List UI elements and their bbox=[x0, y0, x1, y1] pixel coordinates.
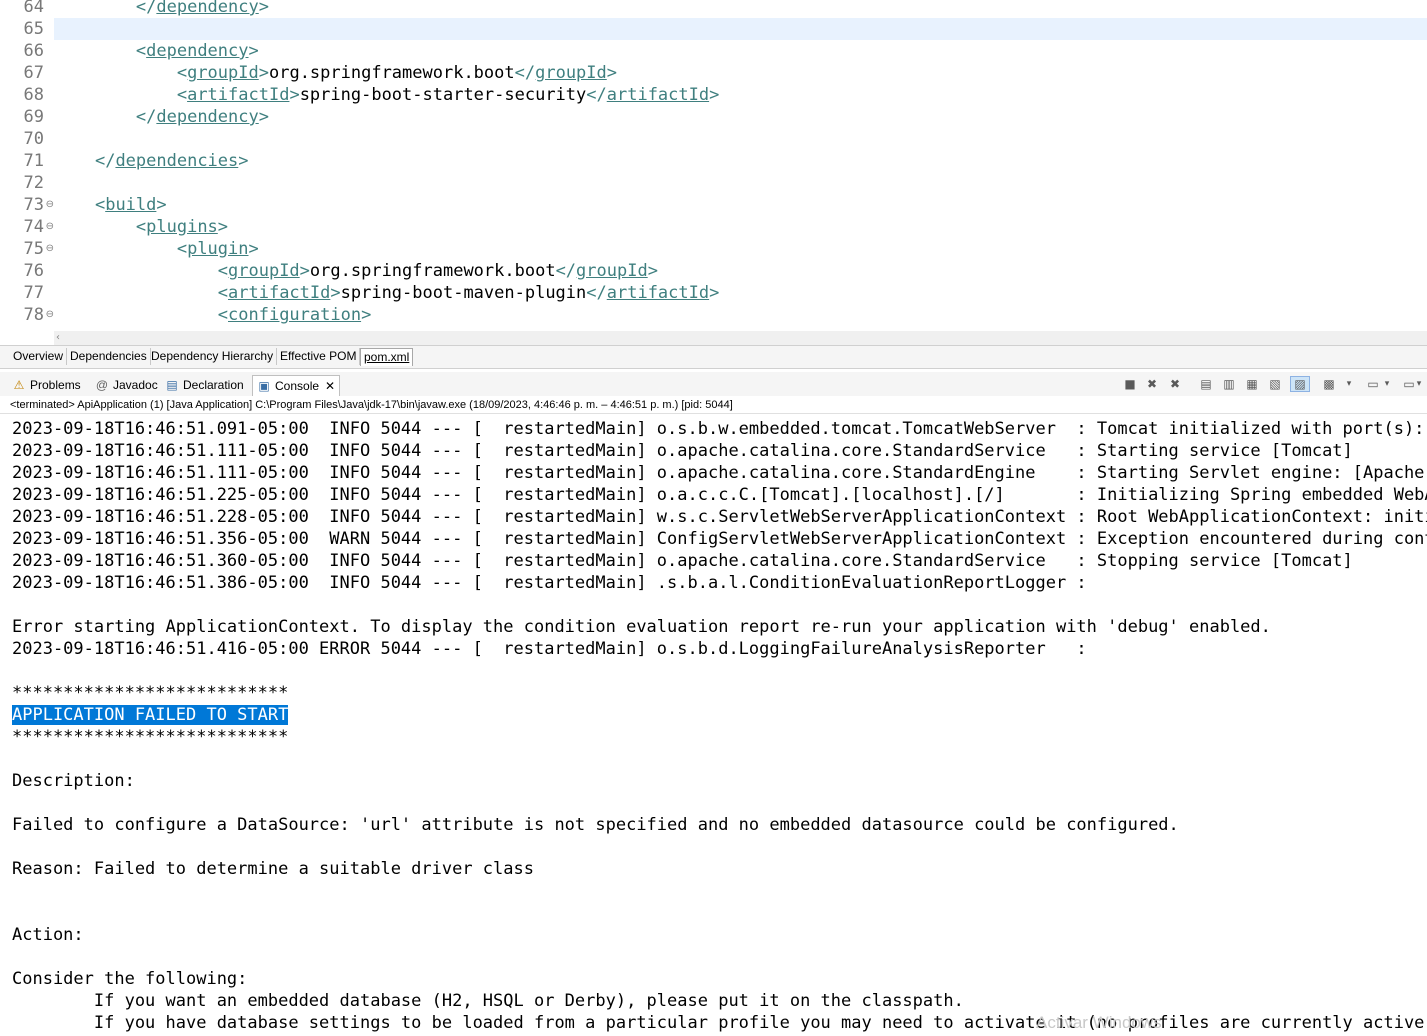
line-number: 65 bbox=[23, 19, 44, 39]
code-line: <plugins> bbox=[135, 217, 229, 237]
code-line: <plugin> bbox=[176, 239, 259, 259]
console-icon: ▣ bbox=[258, 379, 270, 393]
console-line: Description: bbox=[12, 771, 135, 791]
code-line: </dependency> bbox=[135, 0, 269, 17]
code-line: </dependency> bbox=[135, 107, 269, 127]
open-console-icon[interactable]: ▾ bbox=[1382, 376, 1392, 392]
declaration-icon: ▤ bbox=[166, 378, 178, 392]
console-line: 2023-09-18T16:46:51.225-05:00 INFO 5044 … bbox=[12, 485, 1427, 505]
console-line: If you want an embedded database (H2, HS… bbox=[12, 991, 964, 1011]
console-line: Consider the following: bbox=[12, 969, 248, 989]
word-wrap-icon[interactable]: ▦ bbox=[1243, 376, 1261, 392]
code-line: <groupId>org.springframework.boot</group… bbox=[176, 63, 618, 83]
view-tab-label: Console bbox=[275, 379, 320, 393]
scroll-left-icon[interactable]: ‹ bbox=[56, 331, 60, 345]
line-number: 70 bbox=[23, 129, 44, 149]
line-number: 69 bbox=[23, 107, 44, 127]
fold-toggle-icon[interactable]: ⊖ bbox=[46, 304, 54, 326]
editor-tab-dependencies[interactable]: Dependencies bbox=[67, 348, 151, 365]
view-tab-bar: ⚠ Problems @ Javadoc ▤ Declaration ▣ Console ✕ ■ ✖… bbox=[0, 372, 1427, 396]
pom-editor-tabs: Overview Dependencies Dependency Hierarchy… bbox=[0, 345, 1427, 369]
console-line: 2023-09-18T16:46:51.111-05:00 INFO 5044 … bbox=[12, 441, 1353, 461]
windows-activation-watermark: Activar Windows bbox=[1036, 1013, 1162, 1032]
show-on-error-icon[interactable]: ▨ bbox=[1290, 376, 1310, 392]
view-tab-label: Problems bbox=[30, 378, 81, 392]
show-on-output-icon[interactable]: ▧ bbox=[1266, 376, 1284, 392]
code-line: <artifactId>spring-boot-maven-plugin</ar… bbox=[217, 283, 720, 303]
console-output[interactable]: 2023-09-18T16:46:51.091-05:00 INFO 5044 … bbox=[0, 414, 1427, 1036]
terminate-icon[interactable]: ■ bbox=[1121, 376, 1139, 392]
line-number: 67 bbox=[23, 63, 44, 83]
line-number: 72 bbox=[23, 173, 44, 193]
console-line: If you have database settings to be load… bbox=[12, 1013, 1427, 1033]
console-line: 2023-09-18T16:46:51.228-05:00 INFO 5044 … bbox=[12, 507, 1427, 527]
view-tab-label: Declaration bbox=[183, 378, 244, 392]
display-dropdown-icon[interactable]: ▭ bbox=[1364, 376, 1382, 392]
problems-icon: ⚠ bbox=[13, 378, 25, 392]
line-number: 76 bbox=[23, 261, 44, 281]
console-line: 2023-09-18T16:46:51.356-05:00 WARN 5044 … bbox=[12, 529, 1427, 549]
console-line: 2023-09-18T16:46:51.386-05:00 INFO 5044 … bbox=[12, 573, 1097, 593]
console-launch-status: <terminated> ApiApplication (1) [Java Ap… bbox=[0, 397, 1427, 414]
remove-all-terminated-icon[interactable]: ✖ bbox=[1166, 376, 1184, 392]
console-line: Action: bbox=[12, 925, 84, 945]
view-tab-javadoc[interactable]: @ Javadoc bbox=[95, 375, 158, 395]
code-line: </dependencies> bbox=[94, 151, 249, 171]
clear-console-icon[interactable]: ▤ bbox=[1197, 376, 1215, 392]
editor-tab-effective-pom[interactable]: Effective POM bbox=[277, 348, 361, 365]
scroll-lock-icon[interactable]: ▥ bbox=[1220, 376, 1238, 392]
console-line: 2023-09-18T16:46:51.360-05:00 INFO 5044 … bbox=[12, 551, 1353, 571]
code-area[interactable]: </dependency> <dependency> <groupId>org.… bbox=[54, 0, 1427, 333]
console-line: Reason: Failed to determine a suitable d… bbox=[12, 859, 534, 879]
console-line: 2023-09-18T16:46:51.416-05:00 ERROR 5044… bbox=[12, 639, 1097, 659]
editor-tab-dependency-hierarchy[interactable]: Dependency Hierarchy bbox=[148, 348, 278, 365]
view-tab-declaration[interactable]: ▤ Declaration bbox=[165, 375, 244, 395]
line-number: 74 ⊖ bbox=[23, 217, 54, 237]
editor-horizontal-scrollbar[interactable]: ‹ bbox=[54, 331, 1427, 345]
display-selected-console-icon[interactable]: ▾ bbox=[1344, 376, 1354, 392]
line-number: 77 bbox=[23, 283, 44, 303]
console-line: 2023-09-18T16:46:51.091-05:00 INFO 5044 … bbox=[12, 419, 1427, 439]
line-number: 73 ⊖ bbox=[23, 195, 54, 215]
close-icon[interactable]: ✕ bbox=[325, 379, 335, 393]
line-number: 75 ⊖ bbox=[23, 239, 54, 259]
editor-tab-overview[interactable]: Overview bbox=[10, 348, 68, 365]
line-number: 64 bbox=[23, 0, 44, 17]
code-line: <dependency> bbox=[135, 41, 259, 61]
editor-tab-pom-xml[interactable]: pom.xml bbox=[360, 348, 414, 366]
fold-toggle-icon[interactable]: ⊖ bbox=[46, 194, 54, 216]
selected-console-text: APPLICATION FAILED TO START bbox=[12, 705, 289, 725]
line-number: 68 bbox=[23, 85, 44, 105]
line-number: 71 bbox=[23, 151, 44, 171]
console-line: Failed to configure a DataSource: 'url' … bbox=[12, 815, 1179, 835]
fold-toggle-icon[interactable]: ⊖ bbox=[46, 216, 54, 238]
code-line: <groupId>org.springframework.boot</group… bbox=[217, 261, 658, 281]
line-number: 78 ⊖ bbox=[23, 305, 54, 325]
view-tab-console[interactable]: ▣ Console ✕ bbox=[252, 375, 341, 396]
javadoc-icon: @ bbox=[95, 378, 109, 392]
current-line bbox=[54, 18, 1427, 40]
code-line: <build> bbox=[94, 195, 167, 215]
code-line: <artifactId>spring-boot-starter-security… bbox=[176, 85, 720, 105]
line-number-gutter: 64 65 66 67 68 69 70 71 72 73 ⊖ 74 ⊖ 75 ⊖ 76 77 78 ⊖ bbox=[0, 0, 54, 333]
code-line: <configuration> bbox=[217, 305, 372, 325]
console-line: Error starting ApplicationContext. To di… bbox=[12, 617, 1271, 637]
view-tab-problems[interactable]: ⚠ Problems bbox=[12, 375, 81, 395]
console-line: 2023-09-18T16:46:51.111-05:00 INFO 5044 … bbox=[12, 463, 1425, 483]
console-line: *************************** bbox=[12, 683, 289, 703]
pin-console-icon[interactable]: ▩ bbox=[1320, 376, 1338, 392]
console-line: *************************** bbox=[12, 727, 289, 747]
remove-launch-icon[interactable]: ✖ bbox=[1143, 376, 1161, 392]
view-menu-icon[interactable]: ▾ bbox=[1414, 376, 1424, 392]
pom-xml-editor[interactable]: 64 65 66 67 68 69 70 71 72 73 ⊖ 74 ⊖ 75 ⊖ 76 77 78 ⊖ </dep… bbox=[0, 0, 1427, 333]
view-tab-label: Javadoc bbox=[113, 378, 158, 392]
line-number: 66 bbox=[23, 41, 44, 61]
fold-toggle-icon[interactable]: ⊖ bbox=[46, 238, 54, 260]
